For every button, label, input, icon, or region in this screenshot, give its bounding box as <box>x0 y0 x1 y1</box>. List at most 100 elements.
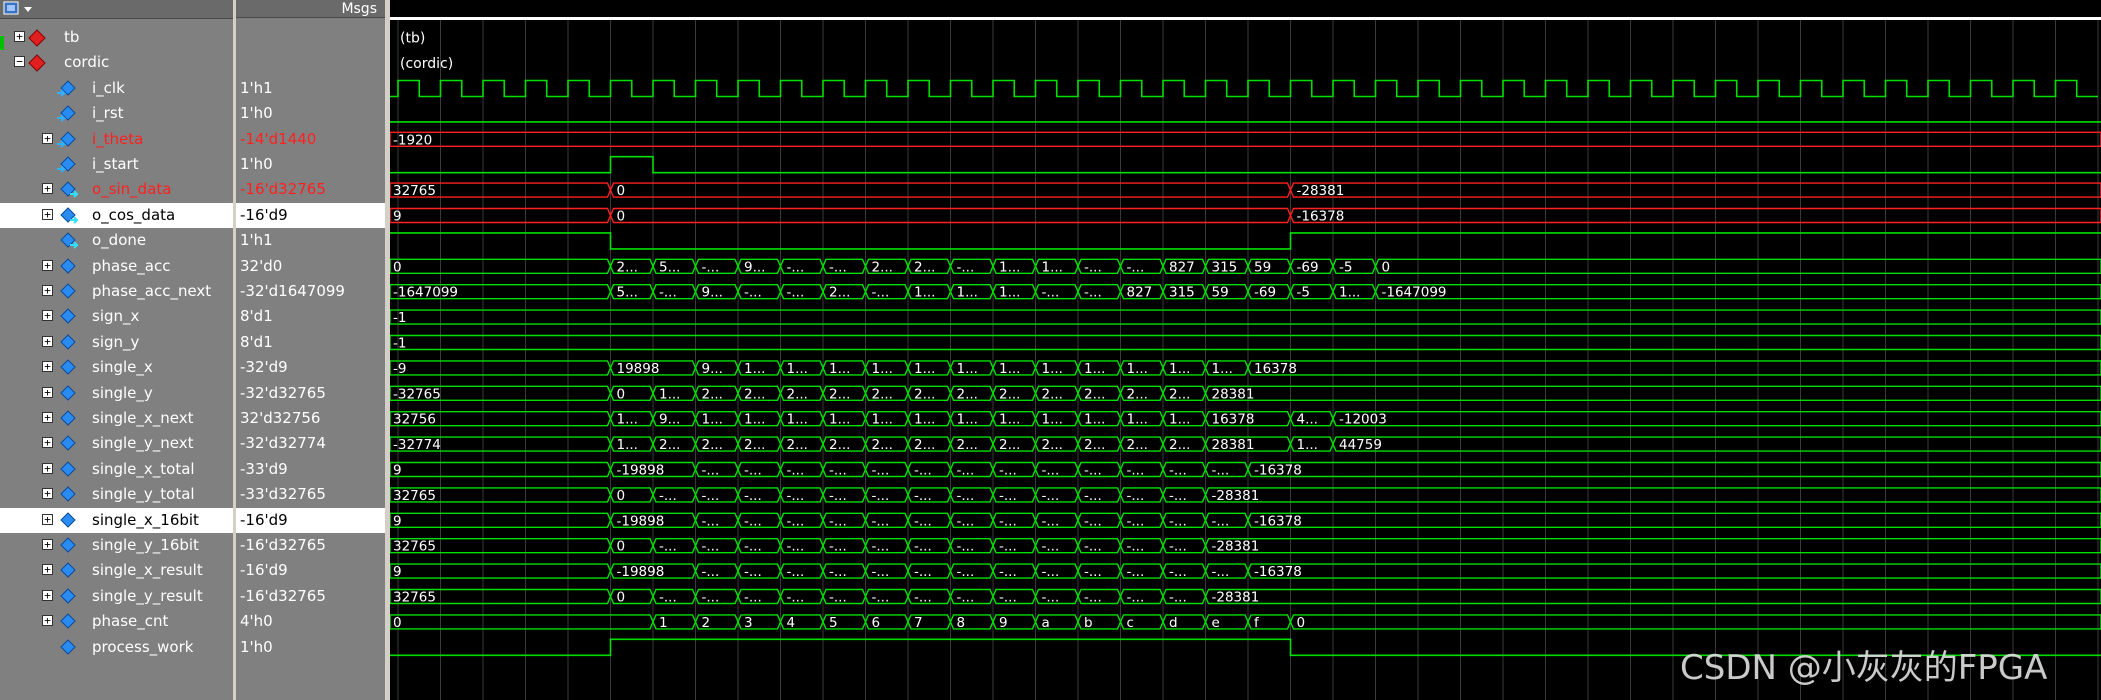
expand-icon[interactable]: + <box>42 310 53 322</box>
signal-row-o-done[interactable]: o_done <box>0 228 233 253</box>
signal-row-sign-x[interactable]: + sign_x <box>0 304 233 329</box>
collapse-icon[interactable]: − <box>14 56 25 68</box>
value-row-i-theta[interactable]: -14'd1440 <box>236 127 385 152</box>
signal-row-single-x-16bit[interactable]: + single_x_16bit <box>0 507 233 533</box>
value-row-single-x-16bit[interactable]: -16'd9 <box>236 507 385 533</box>
expand-icon[interactable]: + <box>42 539 53 550</box>
signal-row-phase-cnt[interactable]: + phase_cnt <box>0 609 233 634</box>
value-row-single-y-result[interactable]: -16'd32765 <box>236 584 385 609</box>
signal-name: tb <box>64 28 80 46</box>
value-row-single-x-next[interactable]: 32'd32756 <box>236 406 385 431</box>
bus-value-label: -... <box>872 590 890 606</box>
bus-value-label: c <box>1127 615 1134 631</box>
bus-value-label: -... <box>702 513 720 529</box>
view-selector-icon[interactable] <box>0 0 40 18</box>
bus-value-label: 1... <box>1212 361 1233 377</box>
value-row-single-x-result[interactable]: -16'd9 <box>236 558 385 583</box>
signal-values-pane[interactable]: Msgs 1'h1 1'h0 -14'd1440 1'h0 -16'd32765 -16'… <box>236 0 385 700</box>
expand-icon[interactable]: + <box>42 412 53 423</box>
value-row-phase-acc-next[interactable]: -32'd1647099 <box>236 279 385 304</box>
internal-signal-icon <box>56 384 76 401</box>
value-row-phase-acc[interactable]: 32'd0 <box>236 254 385 279</box>
wave-canvas[interactable]: (tb)(cordic)-192032765 0 -283819 0 -163780 2.… <box>390 0 2101 700</box>
expand-icon[interactable]: + <box>42 589 53 601</box>
expand-icon[interactable]: + <box>42 335 53 347</box>
expand-icon[interactable]: + <box>42 361 53 373</box>
expand-icon[interactable]: + <box>42 132 53 144</box>
wave-pane[interactable]: (tb) (cordic) -1920 32765 0 -28381 9 0 -16378 0 2.… <box>390 0 2101 700</box>
value-row-cordic[interactable] <box>236 50 385 75</box>
signal-row-o-cos-data[interactable]: + o_cos_data <box>0 202 233 229</box>
bus-value-label: 0 <box>393 615 402 631</box>
wave-label: (cordic) <box>400 56 453 72</box>
value-row-sign-x[interactable]: 8'd1 <box>236 304 385 329</box>
signal-row-single-x-result[interactable]: + single_x_result <box>0 558 233 583</box>
expand-icon[interactable]: + <box>42 183 53 195</box>
signal-row-i-clk[interactable]: i_clk <box>0 76 233 101</box>
expand-icon[interactable]: + <box>42 437 53 449</box>
expand-icon[interactable]: + <box>14 31 25 42</box>
expand-icon[interactable]: + <box>42 386 53 398</box>
signal-row-i-rst[interactable]: i_rst <box>0 101 233 126</box>
bus-value-label: 2... <box>787 437 808 453</box>
internal-signal-icon <box>56 283 76 299</box>
signal-row-sign-y[interactable]: + sign_y <box>0 330 233 355</box>
value-row-o-done[interactable]: 1'h1 <box>236 228 385 253</box>
value-row-phase-cnt[interactable]: 4'h0 <box>236 609 385 634</box>
value-row-process-work[interactable]: 1'h0 <box>236 635 385 660</box>
value-row-single-x[interactable]: -32'd9 <box>236 355 385 380</box>
internal-signal-icon <box>56 486 76 502</box>
signal-row-single-y-next[interactable]: + single_y_next <box>0 431 233 456</box>
value-row-single-y-total[interactable]: -33'd32765 <box>236 482 385 507</box>
signal-row-process-work[interactable]: process_work <box>0 635 233 660</box>
signal-row-single-y[interactable]: + single_y <box>0 381 233 406</box>
signal-row-single-y-total[interactable]: + single_y_total <box>0 482 233 507</box>
signal-row-phase-acc[interactable]: + phase_acc <box>0 254 233 279</box>
bus-value-label: -... <box>744 488 762 504</box>
signal-row-single-x-next[interactable]: + single_x_next <box>0 406 233 431</box>
expand-icon[interactable]: + <box>42 259 53 271</box>
bus-segment <box>390 207 612 224</box>
bit-wave <box>390 155 2101 174</box>
value-row-i-start[interactable]: 1'h0 <box>236 152 385 177</box>
bus-value-label: -5 <box>1339 259 1352 275</box>
bus-value-label: d <box>1169 615 1178 631</box>
signal-row-tb[interactable]: + tb <box>0 25 233 50</box>
signal-row-cordic[interactable]: − cordic <box>0 50 233 75</box>
value-row-single-x-total[interactable]: -33'd9 <box>236 457 385 482</box>
signal-names-pane[interactable]: + tb − cordic i_clk i_rst + i_theta i_start + o_si… <box>0 0 233 700</box>
bus-value-label: -... <box>1127 590 1145 606</box>
value-row-single-y[interactable]: -32'd32765 <box>236 381 385 406</box>
expand-icon[interactable]: + <box>42 488 53 500</box>
value-row-o-sin-data[interactable]: -16'd32765 <box>236 177 385 202</box>
expand-icon[interactable]: + <box>42 564 53 576</box>
expand-icon[interactable]: + <box>42 513 53 525</box>
expand-icon[interactable]: + <box>42 208 53 220</box>
signal-row-single-y-16bit[interactable]: + single_y_16bit <box>0 533 233 558</box>
expand-icon[interactable]: + <box>42 285 53 296</box>
signal-row-phase-acc-next[interactable]: + phase_acc_next <box>0 279 233 304</box>
bus-value-label: -... <box>787 285 805 301</box>
bus-value-label: 5 <box>829 615 838 631</box>
bus-value-label: 1... <box>1169 361 1190 377</box>
value-row-i-clk[interactable]: 1'h1 <box>236 76 385 101</box>
bus-value-label: 9... <box>744 259 765 275</box>
bus-value-label: -... <box>744 539 762 555</box>
signal-row-i-theta[interactable]: + i_theta <box>0 127 233 152</box>
signal-row-i-start[interactable]: i_start <box>0 152 233 177</box>
value-row-single-y-16bit[interactable]: -16'd32765 <box>236 533 385 558</box>
value-row-i-rst[interactable]: 1'h0 <box>236 101 385 126</box>
signal-row-o-sin-data[interactable]: + o_sin_data <box>0 177 233 202</box>
value-row-sign-y[interactable]: 8'd1 <box>236 330 385 355</box>
expand-icon[interactable]: + <box>42 462 53 474</box>
bus-value-label: 1... <box>914 361 935 377</box>
bus-value-label: 2... <box>914 386 935 402</box>
bus-value-label: -... <box>999 513 1017 529</box>
signal-row-single-y-result[interactable]: + single_y_result <box>0 584 233 609</box>
value-row-single-y-next[interactable]: -32'd32774 <box>236 431 385 456</box>
expand-icon[interactable]: + <box>42 615 53 627</box>
value-row-o-cos-data[interactable]: -16'd9 <box>236 202 385 229</box>
value-row-tb[interactable] <box>236 25 385 50</box>
signal-row-single-x-total[interactable]: + single_x_total <box>0 457 233 482</box>
signal-row-single-x[interactable]: + single_x <box>0 355 233 380</box>
